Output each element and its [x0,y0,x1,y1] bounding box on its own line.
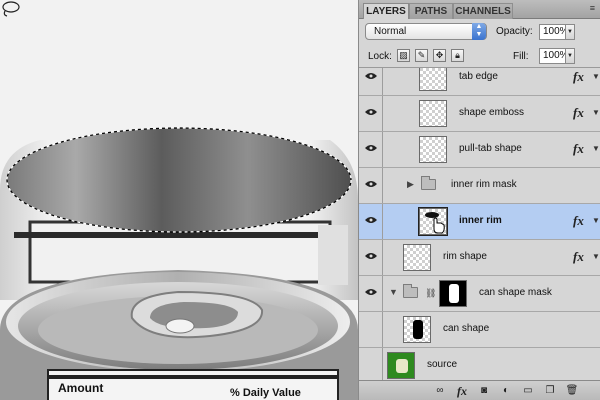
layer-name: shape emboss [459,107,525,118]
effects-expand-icon[interactable]: ▼ [592,72,600,81]
layer-row-pull-tab-shape[interactable]: pull-tab shape fx ▼ [359,132,600,168]
layer-thumbnail [387,352,415,379]
fx-icon[interactable]: fx [573,249,584,265]
fill-field[interactable]: 100% ▼ [539,48,575,64]
new-layer-icon[interactable]: ❐ [543,384,557,397]
layer-thumbnail [419,100,447,127]
layers-panel: LAYERS PATHS CHANNELS ≡ Normal ▲ ▼ Opacit… [358,0,600,400]
lock-label: Lock: [368,51,392,62]
layer-row-can-shape[interactable]: can shape [359,312,600,348]
mask-thumbnail[interactable] [439,280,467,307]
lock-position-icon[interactable]: ✥ [433,49,446,62]
adjustment-layer-icon[interactable]: ◐ [499,384,513,397]
new-group-icon[interactable]: ▭ [521,384,535,397]
layer-row-inner-rim-mask[interactable]: ▶ inner rim mask [359,168,600,204]
visibility-toggle[interactable] [359,240,383,275]
layers-list: tab edge fx ▼ shape emboss fx ▼ pull-tab… [359,68,600,380]
eye-icon [365,253,377,259]
folder-icon [403,284,418,298]
blend-opacity-row: Normal ▲ ▼ Opacity: 100% ▼ [359,19,600,44]
layer-thumbnail [418,207,448,236]
layer-thumbnail [419,68,447,91]
lock-fill-row: Lock: ▨ ✎ ✥ 🔒︎ Fill: 100% ▼ [359,44,600,68]
tab-layers[interactable]: LAYERS [363,3,409,19]
opacity-dropdown-icon[interactable]: ▼ [565,24,575,40]
collapse-group-icon[interactable]: ▼ [389,287,398,297]
visibility-toggle[interactable] [359,348,383,380]
canvas-area[interactable]: Amount % Daily Value [0,0,358,400]
layers-footer: ∞ fx ◙ ◐ ▭ ❐ 🗑︎ [359,380,600,400]
visibility-toggle[interactable] [359,276,383,311]
fx-icon[interactable]: fx [573,213,584,229]
label-amount-text: Amount [58,381,103,395]
layer-row-shape-emboss[interactable]: shape emboss fx ▼ [359,96,600,132]
hand-cursor-icon [425,212,445,234]
visibility-toggle[interactable] [359,312,383,347]
layer-name: rim shape [443,251,487,262]
layer-thumbnail [403,244,431,271]
blend-mode-value: Normal [374,26,407,37]
layer-name: tab edge [459,71,498,82]
visibility-toggle[interactable] [359,96,383,131]
layer-name: source [427,359,458,370]
add-mask-icon[interactable]: ◙ [477,384,491,397]
eye-icon [365,109,377,115]
effects-expand-icon[interactable]: ▼ [592,252,600,261]
tab-paths[interactable]: PATHS [409,3,453,19]
layer-row-inner-rim[interactable]: inner rim fx ▼ [359,204,600,240]
folder-icon [421,176,436,190]
fx-icon[interactable]: fx [573,105,584,121]
layer-name: pull-tab shape [459,143,522,154]
visibility-toggle[interactable] [359,168,383,203]
layer-name: inner rim mask [451,179,517,190]
effects-expand-icon[interactable]: ▼ [592,144,600,153]
eye-icon [365,289,377,295]
layer-row-rim-shape[interactable]: rim shape fx ▼ [359,240,600,276]
lock-transparent-pixels-icon[interactable]: ▨ [397,49,410,62]
can-artwork: Amount % Daily Value [0,127,358,400]
effects-expand-icon[interactable]: ▼ [592,108,600,117]
fill-label: Fill: [513,51,529,62]
fx-icon[interactable]: fx [573,69,584,85]
visibility-toggle[interactable] [359,204,383,239]
panel-tabs: LAYERS PATHS CHANNELS ≡ [359,0,600,19]
layer-name: can shape mask [479,287,552,298]
visibility-toggle[interactable] [359,68,383,95]
label-daily-value-text: % Daily Value [230,387,301,399]
layer-name: inner rim [459,215,502,226]
add-style-fx-icon[interactable]: fx [455,384,469,398]
fill-dropdown-icon[interactable]: ▼ [565,48,575,64]
panel-menu-icon[interactable]: ≡ [590,3,595,13]
layer-row-source[interactable]: source [359,348,600,380]
eye-icon [365,73,377,79]
opacity-label: Opacity: [496,26,533,37]
blend-mode-select[interactable]: Normal ▲ ▼ [365,23,487,40]
eye-icon [365,217,377,223]
eye-icon [365,145,377,151]
blend-mode-arrows-icon: ▲ ▼ [472,23,486,40]
link-icon[interactable]: ⛓ [425,288,436,299]
link-layers-icon[interactable]: ∞ [433,384,447,397]
layer-row-tab-edge[interactable]: tab edge fx ▼ [359,68,600,96]
visibility-toggle[interactable] [359,132,383,167]
lock-all-icon[interactable]: 🔒︎ [451,49,464,62]
effects-expand-icon[interactable]: ▼ [592,216,600,225]
layer-thumbnail [419,136,447,163]
fx-icon[interactable]: fx [573,141,584,157]
lock-image-pixels-icon[interactable]: ✎ [415,49,428,62]
eye-icon [365,181,377,187]
expand-group-icon[interactable]: ▶ [407,179,414,190]
trash-icon[interactable]: 🗑︎ [565,384,579,397]
tab-channels[interactable]: CHANNELS [453,3,513,19]
opacity-field[interactable]: 100% ▼ [539,24,575,40]
layer-row-can-shape-mask[interactable]: ▼ ⛓ can shape mask [359,276,600,312]
layer-name: can shape [443,323,490,334]
lasso-cursor-icon [2,1,20,17]
layer-thumbnail [403,316,431,343]
